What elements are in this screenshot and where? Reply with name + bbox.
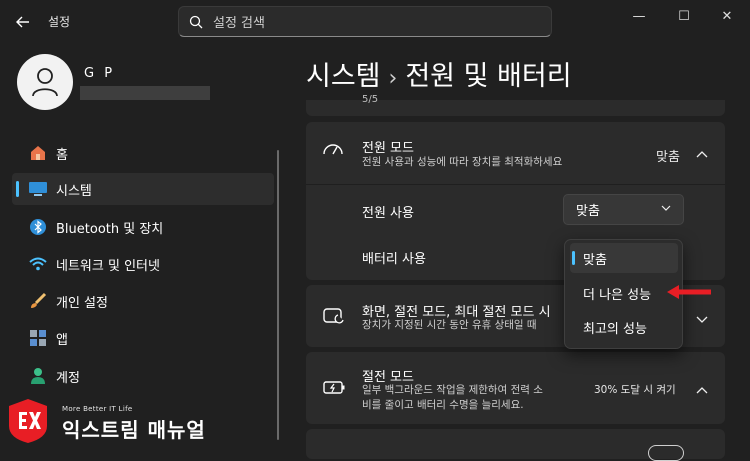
sidebar-item-network[interactable]: 네트워크 및 인터넷: [12, 248, 274, 280]
divider: [306, 184, 725, 185]
active-indicator: [16, 181, 19, 197]
sidebar-item-apps[interactable]: 앱: [12, 322, 274, 354]
partial-card-top: 5/5: [306, 94, 725, 116]
breadcrumb-parent[interactable]: 시스템: [306, 61, 381, 92]
plugged-label: 전원 사용: [362, 206, 414, 221]
minimize-button[interactable]: —: [616, 0, 662, 32]
battery-label: 배터리 사용: [362, 252, 426, 267]
user-icon: [32, 68, 58, 97]
app-title: 설정: [48, 15, 71, 29]
sidebar-item-system[interactable]: 시스템: [12, 173, 274, 205]
power-mode-value: 맞춤: [656, 150, 680, 165]
annotation-arrow-icon: [665, 283, 713, 305]
plugged-dropdown[interactable]: 맞춤: [563, 194, 684, 225]
option-best-performance[interactable]: 최고의 성능: [570, 312, 678, 342]
partial-text: 5/5: [362, 94, 379, 105]
screen-sleep-icon: [323, 306, 345, 330]
brush-icon: [20, 292, 56, 310]
page-title: 전원 및 배터리: [405, 61, 572, 92]
home-icon: [20, 144, 56, 162]
email-redacted: [80, 86, 210, 100]
bluetooth-icon: [20, 218, 56, 236]
sidebar-item-home[interactable]: 홈: [12, 137, 274, 169]
selected-indicator: [572, 251, 575, 265]
battery-saver-card[interactable]: 절전 모드 일부 백그라운드 작업을 제한하여 전력 소 비를 줄이고 배터리 …: [306, 352, 725, 424]
close-icon: ✕: [721, 8, 733, 24]
logo-mark-icon: [8, 398, 48, 444]
maximize-icon: ☐: [678, 8, 690, 24]
search-icon: [179, 15, 213, 29]
apps-icon: [20, 329, 56, 347]
chevron-up-icon: [696, 146, 708, 165]
option-better-performance[interactable]: 더 나은 성능: [570, 278, 678, 308]
back-arrow-icon: [16, 16, 29, 28]
breadcrumb: 시스템 › 전원 및 배터리: [306, 54, 572, 93]
breadcrumb-separator: ›: [388, 66, 398, 91]
battery-saver-value: 30% 도달 시 켜기: [594, 384, 676, 396]
wifi-icon: [20, 257, 56, 271]
maximize-button[interactable]: ☐: [661, 0, 707, 32]
power-mode-header[interactable]: 전원 모드 전원 사용과 성능에 따라 장치를 최적화하세요 맞춤: [306, 122, 725, 184]
gauge-icon: [322, 140, 344, 162]
user-name: G P: [84, 66, 116, 81]
sidebar-item-bluetooth[interactable]: Bluetooth 및 장치: [12, 211, 274, 243]
chevron-down-icon: [661, 202, 671, 217]
back-button[interactable]: [8, 8, 38, 36]
sidebar-scrollbar[interactable]: [277, 150, 279, 440]
search-placeholder: 설정 검색: [213, 16, 265, 31]
partial-card-bottom: [306, 429, 725, 461]
minimize-icon: —: [632, 8, 646, 24]
battery-saver-icon: [323, 380, 347, 400]
avatar[interactable]: [17, 54, 73, 110]
close-button[interactable]: ✕: [704, 0, 750, 32]
option-custom[interactable]: 맞춤: [570, 243, 678, 273]
chevron-up-icon: [696, 382, 708, 401]
account-icon: [20, 367, 56, 385]
logo-tagline: More Better IT Life: [62, 405, 133, 413]
sidebar-item-accounts[interactable]: 계정: [12, 360, 274, 392]
logo-name: 익스트림 매뉴얼: [62, 418, 206, 442]
toggle-switch[interactable]: [648, 445, 684, 461]
system-icon: [20, 181, 56, 197]
chevron-down-icon: [696, 310, 708, 329]
sidebar-item-personalization[interactable]: 개인 설정: [12, 285, 274, 317]
search-box[interactable]: 설정 검색: [178, 6, 552, 37]
